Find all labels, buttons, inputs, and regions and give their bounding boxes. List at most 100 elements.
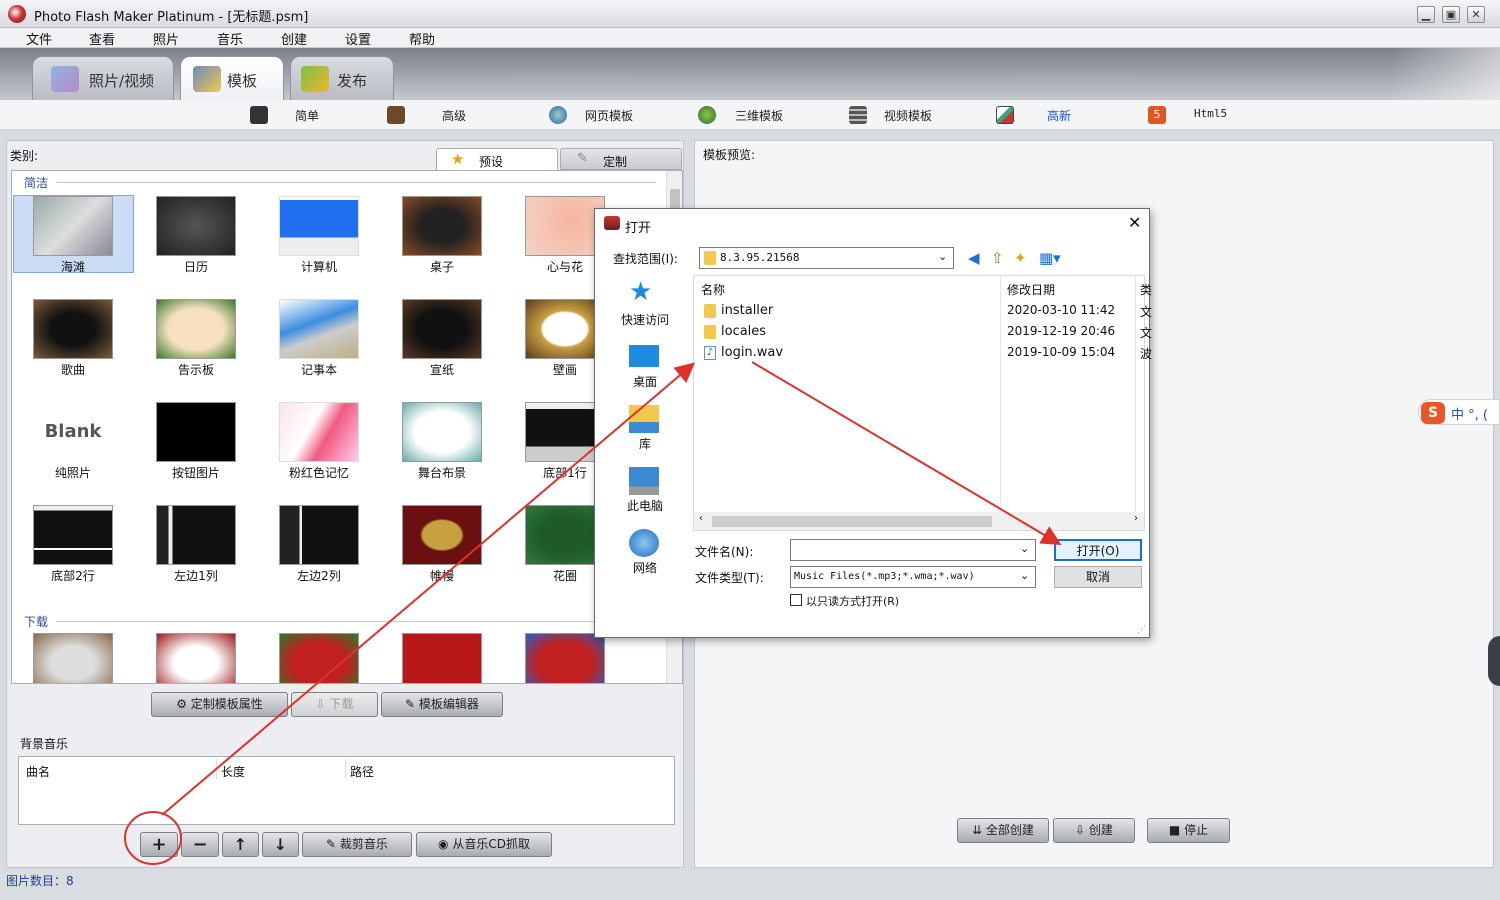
menu-view[interactable]: 查看 — [89, 29, 115, 48]
download-button[interactable]: ⇩ 下载 — [291, 692, 378, 717]
tab-template[interactable]: 模板 — [180, 56, 284, 102]
build-button[interactable]: ⇩ 创建 — [1053, 818, 1135, 843]
template-thumb-plain[interactable]: Blank — [33, 402, 113, 462]
nav-this-pc[interactable]: 此电脑 — [595, 497, 695, 514]
template-thumb-desk[interactable] — [402, 196, 482, 256]
download-thumb-2[interactable] — [156, 633, 236, 683]
file-name[interactable]: login.wav — [721, 345, 783, 360]
col-type-header[interactable]: 类 — [1140, 281, 1152, 298]
photo-video-icon — [51, 66, 79, 92]
network-icon[interactable] — [629, 529, 659, 557]
template-thumb-left-1col[interactable] — [156, 505, 236, 565]
tab-custom[interactable]: ✎ 定制 — [560, 148, 682, 170]
music-col-length[interactable]: 长度 — [221, 763, 245, 780]
template-thumb-wreath[interactable] — [525, 505, 605, 565]
lookin-combo[interactable]: 8.3.95.21568 ⌄ — [699, 247, 954, 269]
nav-quick-access[interactable]: 快速访问 — [595, 311, 695, 328]
file-list-hscrollbar[interactable]: ‹ › — [694, 512, 1144, 530]
template-thumb-beach[interactable] — [33, 196, 113, 256]
move-up-button[interactable]: ↑ — [222, 832, 259, 857]
col-date-header[interactable]: 修改日期 — [1007, 281, 1055, 298]
file-name[interactable]: locales — [721, 324, 766, 339]
menu-help[interactable]: 帮助 — [409, 29, 435, 48]
scroll-left-icon[interactable]: ‹ — [699, 513, 703, 524]
menu-create[interactable]: 创建 — [281, 29, 307, 48]
template-thumb-bottom-1row[interactable] — [525, 402, 605, 462]
readonly-checkbox[interactable] — [790, 594, 802, 606]
music-col-path[interactable]: 路径 — [350, 763, 374, 780]
download-thumb-4[interactable] — [402, 633, 482, 683]
template-thumb-bottom-2row[interactable] — [33, 505, 113, 565]
nav-desktop[interactable]: 桌面 — [595, 373, 695, 390]
template-thumb-heart-flower[interactable] — [525, 196, 605, 256]
back-icon[interactable]: ◀ — [968, 249, 980, 267]
music-list[interactable]: 曲名 长度 路径 — [18, 756, 675, 825]
quick-access-icon[interactable]: ★ — [629, 279, 659, 307]
nav-library[interactable]: 库 — [595, 435, 695, 452]
col-name-header[interactable]: 名称 — [701, 281, 725, 298]
file-name[interactable]: installer — [721, 303, 773, 318]
move-down-button[interactable]: ↓ — [262, 832, 299, 857]
subtab-html5[interactable]: Html5 — [1194, 107, 1227, 120]
subtab-3d-template[interactable]: 三维模板 — [735, 107, 783, 124]
this-pc-icon[interactable] — [629, 467, 659, 495]
menu-settings[interactable]: 设置 — [345, 29, 371, 48]
download-thumb-1[interactable] — [33, 633, 113, 683]
template-thumb-computer[interactable] — [279, 196, 359, 256]
scroll-right-icon[interactable]: › — [1134, 513, 1138, 524]
download-thumb-5[interactable] — [525, 633, 605, 683]
subtab-simple[interactable]: 简单 — [295, 107, 319, 124]
tab-photo-video[interactable]: 照片/视频 — [32, 56, 174, 100]
nav-network[interactable]: 网络 — [595, 559, 695, 576]
menu-file[interactable]: 文件 — [26, 29, 52, 48]
template-thumb-stage[interactable] — [402, 402, 482, 462]
subtab-video-template[interactable]: 视频模板 — [884, 107, 932, 124]
open-button[interactable]: 打开(O) — [1054, 539, 1142, 561]
template-thumb-notebook[interactable] — [279, 299, 359, 359]
maximize-button[interactable]: ▣ — [1442, 6, 1460, 23]
new-folder-icon[interactable]: ✦ — [1014, 249, 1027, 267]
subtab-web-template[interactable]: 网页模板 — [585, 107, 633, 124]
ime-toolbar[interactable]: S 中 °, ( — [1418, 399, 1500, 425]
subtab-advanced-new[interactable]: 高新 — [1047, 107, 1071, 124]
remove-music-button[interactable]: − — [181, 832, 219, 857]
rip-cd-button[interactable]: ◉ 从音乐CD抓取 — [416, 832, 552, 857]
minimize-button[interactable]: ▁ — [1417, 6, 1435, 23]
view-menu-icon[interactable]: ▦▾ — [1039, 249, 1061, 267]
template-thumb-left-2col[interactable] — [279, 505, 359, 565]
stop-button[interactable]: ■ 停止 — [1147, 818, 1230, 843]
tab-preset[interactable]: ★ 预设 — [436, 148, 558, 170]
template-thumb-curtain[interactable] — [402, 505, 482, 565]
template-thumb-calendar[interactable] — [156, 196, 236, 256]
build-all-button[interactable]: ⇊ 全部创建 — [957, 818, 1049, 843]
template-thumb-mural[interactable] — [525, 299, 605, 359]
file-list[interactable]: 名称 修改日期 类 installer 2020-03-10 11:42 文 l… — [693, 275, 1152, 531]
preview-label: 模板预览: — [703, 148, 756, 162]
up-folder-icon[interactable]: ⇧ — [991, 249, 1004, 267]
trim-music-button[interactable]: ✎ 裁剪音乐 — [302, 832, 412, 857]
template-thumb-button-image[interactable] — [156, 402, 236, 462]
template-thumb-rice-paper[interactable] — [402, 299, 482, 359]
template-editor-button[interactable]: ✎ 模板编辑器 — [381, 692, 503, 717]
side-float-widget[interactable] — [1488, 636, 1500, 686]
library-icon[interactable] — [629, 405, 659, 433]
readonly-label[interactable]: 以只读方式打开(R) — [806, 593, 899, 609]
desktop-icon[interactable] — [629, 345, 659, 367]
template-thumb-song[interactable] — [33, 299, 113, 359]
filetype-select[interactable]: Music Files(*.mp3;*.wma;*.wav) ⌄ — [790, 566, 1036, 588]
filename-input[interactable]: ⌄ — [790, 539, 1036, 561]
menu-photo[interactable]: 照片 — [153, 29, 179, 48]
resize-grip-icon[interactable]: ⋰ — [1137, 625, 1146, 635]
custom-template-props-button[interactable]: ⚙ 定制模板属性 — [151, 692, 288, 717]
dialog-close-icon[interactable]: ✕ — [1128, 213, 1141, 232]
music-col-name[interactable]: 曲名 — [26, 763, 50, 780]
download-thumb-3[interactable] — [279, 633, 359, 683]
menu-music[interactable]: 音乐 — [217, 29, 243, 48]
template-thumb-bulletin[interactable] — [156, 299, 236, 359]
template-thumb-pink-memory[interactable] — [279, 402, 359, 462]
subtab-advanced[interactable]: 高级 — [442, 107, 466, 124]
cancel-button[interactable]: 取消 — [1054, 566, 1142, 588]
add-music-button[interactable]: + — [140, 832, 178, 857]
close-window-button[interactable]: ✕ — [1467, 6, 1485, 23]
tab-publish[interactable]: 发布 — [290, 56, 394, 100]
